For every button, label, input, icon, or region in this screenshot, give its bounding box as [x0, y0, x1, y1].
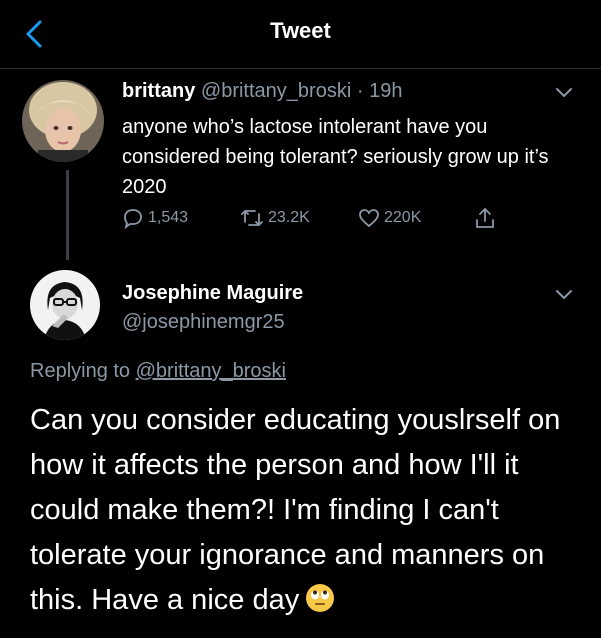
thread-connector	[66, 170, 69, 260]
more-options-button[interactable]	[555, 288, 573, 300]
reply-text: Can you consider educating youslrself on…	[30, 404, 561, 616]
avatar[interactable]	[30, 270, 100, 340]
tweet-time[interactable]: 19h	[369, 80, 402, 102]
reply-button[interactable]: 1,543	[122, 205, 188, 231]
page-title: Tweet	[270, 18, 331, 43]
replying-to-line: Replying to @brittany_broski	[30, 360, 286, 383]
share-icon	[476, 207, 494, 228]
share-button[interactable]	[474, 205, 500, 231]
meta-separator: ·	[356, 80, 364, 102]
tweet-actions: 1,543 23.2K 220K	[122, 205, 522, 231]
reply-icon	[124, 209, 142, 229]
replying-to-label: Replying to	[30, 360, 131, 382]
top-bar: Tweet	[0, 0, 601, 69]
avatar[interactable]	[22, 80, 104, 162]
retweet-count: 23.2K	[268, 209, 310, 226]
chevron-down-icon	[556, 88, 572, 98]
retweet-button[interactable]: 23.2K	[240, 205, 310, 231]
rolling-eyes-emoji-icon	[305, 582, 335, 627]
like-button[interactable]: 220K	[358, 205, 421, 231]
chevron-down-icon	[556, 290, 572, 300]
tweet-author-line: brittany @brittany_broski · 19h	[122, 80, 402, 103]
avatar-image-icon	[30, 270, 100, 340]
author-name[interactable]: brittany	[122, 80, 195, 102]
replying-to-link[interactable]: @brittany_broski	[136, 360, 286, 382]
more-options-button[interactable]	[555, 86, 573, 98]
heart-icon	[359, 209, 379, 228]
reply-author-name[interactable]: Josephine Maguire	[122, 282, 303, 305]
avatar-image-icon	[22, 80, 104, 162]
tweet-text: anyone who’s lactose intolerant have you…	[122, 116, 549, 198]
like-count: 220K	[384, 209, 422, 226]
reply-author-handle[interactable]: @josephinemgr25	[122, 311, 285, 334]
reply-text-block: Can you consider educating youslrself on…	[30, 398, 590, 627]
reply-count: 1,543	[148, 209, 189, 226]
retweet-icon	[241, 209, 263, 227]
author-handle[interactable]: @brittany_broski	[201, 80, 351, 102]
